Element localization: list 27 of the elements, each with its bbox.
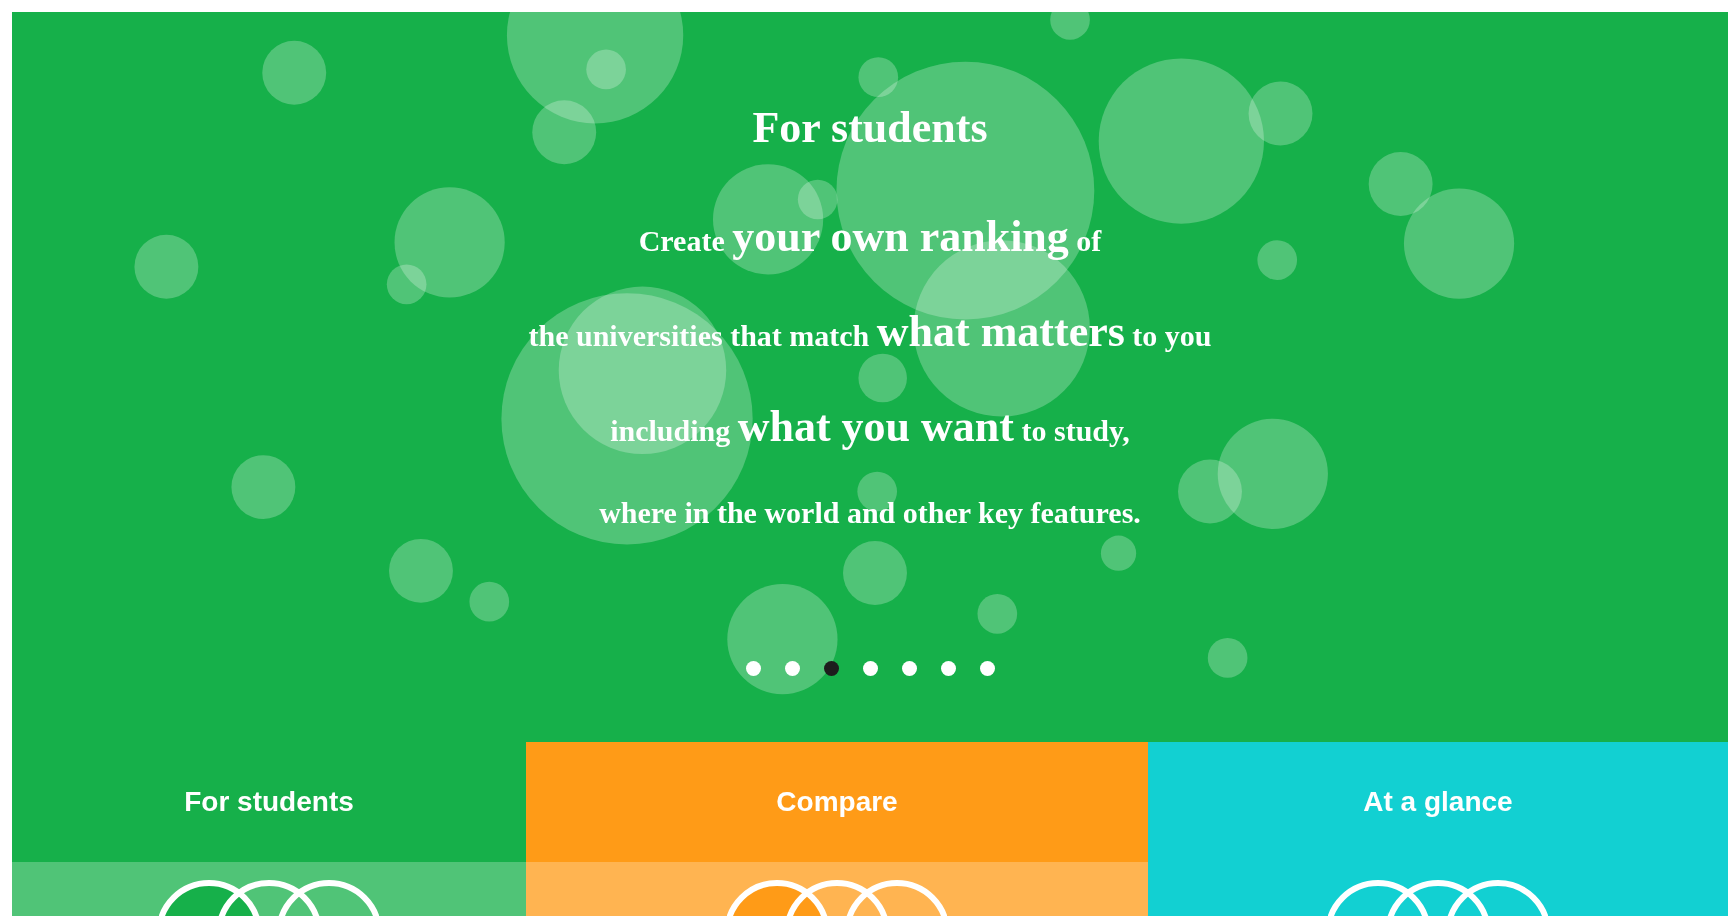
bubble [231, 455, 296, 520]
hero-text-line: Create your own ranking of [638, 212, 1102, 263]
slide-dot[interactable] [979, 660, 995, 676]
bubble [134, 234, 199, 299]
slide-dot[interactable] [823, 660, 839, 676]
bubble [858, 353, 907, 403]
bubble [1050, 12, 1090, 40]
section-tab[interactable]: At a glance [1148, 742, 1728, 862]
bubble [1257, 240, 1298, 280]
section-tab[interactable]: Compare [526, 742, 1148, 862]
bubble [469, 581, 510, 622]
hero-text-line: including what you want to study, [610, 401, 1130, 453]
slide-dot[interactable] [745, 660, 761, 676]
section-tab[interactable]: For students [12, 742, 526, 862]
slide-dot[interactable] [940, 660, 956, 676]
slide-dot[interactable] [901, 660, 917, 676]
bubble [843, 541, 907, 605]
hero-title: For students [752, 104, 988, 153]
hero-text-line: where in the world and other key features. [599, 496, 1141, 531]
slide-dot[interactable] [784, 660, 800, 676]
bubble [1207, 638, 1248, 678]
bubble [1100, 535, 1137, 571]
bubble [389, 538, 453, 603]
slide-dot[interactable] [862, 660, 878, 676]
bubble [977, 594, 1018, 634]
hero-text-line: the universities that match what matters to you [528, 307, 1212, 358]
bubble [262, 40, 327, 105]
